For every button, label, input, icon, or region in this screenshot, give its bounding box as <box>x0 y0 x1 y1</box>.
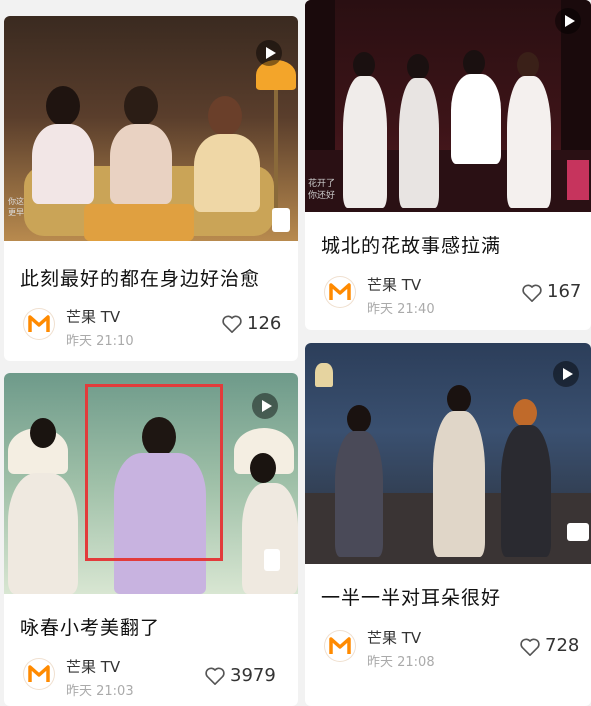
post-time: 昨天 21:08 <box>367 655 435 670</box>
play-icon[interactable] <box>256 40 282 66</box>
post-time: 昨天 21:40 <box>367 302 435 317</box>
thumbnail-caption: 更早 <box>8 208 24 217</box>
like-count: 728 <box>545 635 580 656</box>
heart-outline-icon[interactable] <box>519 637 541 657</box>
video-thumbnail-1[interactable]: 你这 更早 <box>4 16 298 241</box>
author-name[interactable]: 芒果 TV <box>367 274 421 295</box>
play-icon[interactable] <box>553 361 579 387</box>
heart-outline-icon[interactable] <box>521 283 543 303</box>
play-icon[interactable] <box>252 393 278 419</box>
highlight-box <box>85 384 223 561</box>
video-card-3[interactable]: 咏春小考美翻了 芒果 TV 昨天 21:03 3979 <box>4 373 298 706</box>
video-card-4[interactable]: 一半一半对耳朵很好 芒果 TV 昨天 21:08 728 <box>305 343 591 706</box>
like-count: 126 <box>247 313 282 334</box>
heart-outline-icon[interactable] <box>221 314 243 334</box>
mango-tv-logo[interactable] <box>24 309 54 339</box>
like-count: 167 <box>547 281 582 302</box>
author-name[interactable]: 芒果 TV <box>367 627 421 648</box>
author-name[interactable]: 芒果 TV <box>66 306 120 327</box>
video-title[interactable]: 此刻最好的都在身边好治愈 <box>20 264 260 291</box>
like-count: 3979 <box>230 665 276 686</box>
mango-tv-logo[interactable] <box>24 659 54 689</box>
video-title[interactable]: 咏春小考美翻了 <box>20 613 160 640</box>
thumbnail-caption: 你这 <box>8 197 24 206</box>
thumbnail-caption: 你还好 <box>308 191 336 201</box>
author-name[interactable]: 芒果 TV <box>66 656 120 677</box>
video-thumbnail-2[interactable]: 花开了 你还好 <box>305 0 591 212</box>
heart-outline-icon[interactable] <box>204 666 226 686</box>
video-card-2[interactable]: 花开了 你还好 城北的花故事感拉满 芒果 TV 昨天 21:40 167 <box>305 0 591 330</box>
video-card-1[interactable]: 你这 更早 此刻最好的都在身边好治愈 芒果 TV 昨天 21:10 126 <box>4 16 298 361</box>
post-time: 昨天 21:03 <box>66 684 134 699</box>
play-icon[interactable] <box>555 8 581 34</box>
post-time: 昨天 21:10 <box>66 334 134 349</box>
mango-tv-logo[interactable] <box>325 631 355 661</box>
mango-tv-logo[interactable] <box>325 277 355 307</box>
video-title[interactable]: 一半一半对耳朵很好 <box>321 583 501 610</box>
video-title[interactable]: 城北的花故事感拉满 <box>321 231 501 258</box>
thumbnail-caption: 花开了 <box>308 179 336 189</box>
video-thumbnail-4[interactable] <box>305 343 591 564</box>
